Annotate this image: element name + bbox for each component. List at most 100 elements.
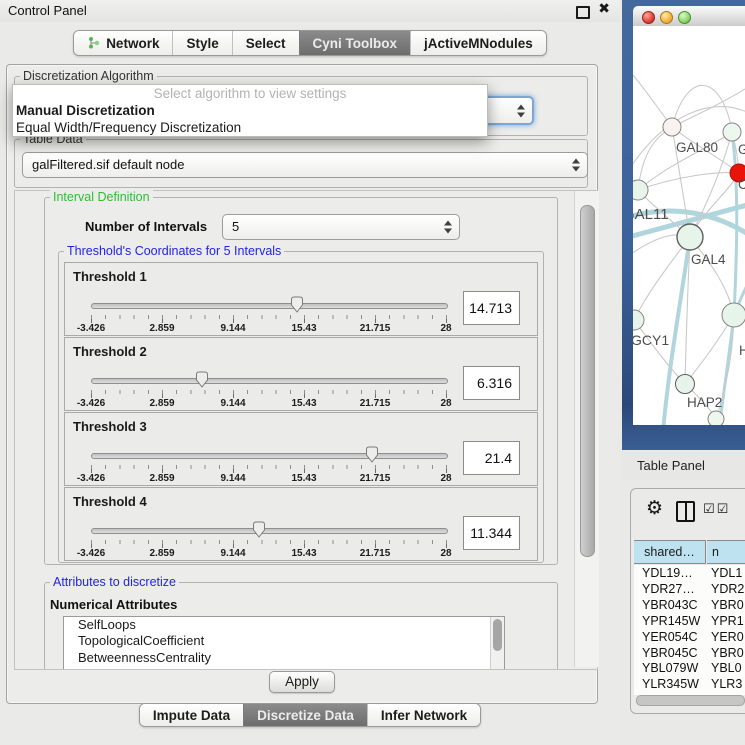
threshold-3-slider-thumb[interactable] xyxy=(364,445,381,464)
close-icon[interactable]: ✖ xyxy=(598,1,610,17)
node-hap2[interactable] xyxy=(676,375,695,394)
node-label: HAP2 xyxy=(687,395,722,410)
vertical-scrollbar-thumb[interactable] xyxy=(580,205,595,557)
column-header-shared-name[interactable]: shared… xyxy=(634,540,706,564)
horizontal-scrollbar-thumb[interactable] xyxy=(636,695,745,706)
node-gal4[interactable] xyxy=(677,224,703,250)
threshold-1-value-field[interactable] xyxy=(463,291,520,325)
attributes-group-title: Attributes to discretize xyxy=(50,575,179,589)
column-header-name[interactable]: n xyxy=(707,540,745,564)
network-window-titlebar[interactable] xyxy=(633,6,745,27)
node-gal11[interactable] xyxy=(633,180,648,200)
node-label: GAL4 xyxy=(691,252,726,267)
threshold-3-label: Threshold 3 xyxy=(73,419,147,434)
number-of-intervals-label: Number of Intervals xyxy=(85,219,207,234)
slider-minor-ticks xyxy=(91,315,447,319)
threshold-row-4: Threshold 4 -3.4262.859 9.14415.43 21.71… xyxy=(64,487,538,561)
slider-minor-ticks xyxy=(91,465,447,469)
tab-jactivemnodules[interactable]: jActiveMNodules xyxy=(410,31,546,55)
threshold-2-slider-thumb[interactable] xyxy=(194,370,211,389)
table-row[interactable]: YLR345WYLR3 xyxy=(634,677,745,693)
gear-icon[interactable]: ⚙ xyxy=(646,497,663,519)
node-label: G xyxy=(738,142,745,157)
table-row[interactable]: YBR043CYBR0 xyxy=(634,598,745,614)
threshold-2-slider[interactable] xyxy=(91,378,448,384)
close-traffic-light[interactable] xyxy=(642,11,655,24)
zoom-traffic-light[interactable] xyxy=(678,11,691,24)
popup-item-equal-width[interactable]: Equal Width/Frequency Discretization xyxy=(13,119,487,136)
node-label: GCY1 xyxy=(633,332,669,348)
node-bottom[interactable] xyxy=(708,411,724,425)
threshold-4-slider[interactable] xyxy=(91,528,448,534)
spinner-arrows-icon xyxy=(572,159,580,172)
list-scrollbar[interactable] xyxy=(490,617,504,669)
table-row[interactable]: YPR145WYPR1 xyxy=(634,614,745,630)
node-label: GAL80 xyxy=(676,140,718,155)
spinner-arrows-icon xyxy=(517,104,525,117)
threshold-row-3: Threshold 3 -3.4262.859 9.14415.43 21.71… xyxy=(64,412,538,486)
threshold-4-slider-thumb[interactable] xyxy=(250,520,267,539)
checkbox-icons[interactable]: ☑☑ xyxy=(703,502,730,517)
popup-item-prompt[interactable]: Select algorithm to view settings xyxy=(13,85,487,102)
table-row[interactable]: YER054CYER0 xyxy=(634,630,745,646)
minimize-traffic-light[interactable] xyxy=(660,11,673,24)
threshold-1-slider-thumb[interactable] xyxy=(288,295,305,314)
slider-tick-labels: -3.4262.859 9.14415.43 21.71528 xyxy=(91,548,446,559)
tab-select[interactable]: Select xyxy=(232,31,299,55)
threshold-3-slider[interactable] xyxy=(91,453,448,459)
number-of-intervals-combo[interactable]: 5 xyxy=(222,214,460,240)
threshold-1-slider[interactable] xyxy=(91,303,448,309)
node-h[interactable] xyxy=(722,303,745,327)
apply-button[interactable]: Apply xyxy=(269,671,335,693)
vertical-scrollbar[interactable] xyxy=(574,191,599,667)
number-of-intervals-value: 5 xyxy=(232,215,239,238)
node-top-right[interactable] xyxy=(723,123,741,141)
tab-impute-data[interactable]: Impute Data xyxy=(140,704,243,726)
panel-title: Control Panel xyxy=(8,0,87,22)
table-data-combo[interactable]: galFiltered.sif default node xyxy=(22,152,588,178)
slider-tick-labels: -3.4262.859 9.14415.43 21.71528 xyxy=(91,473,446,484)
algorithm-group-title: Discretization Algorithm xyxy=(20,69,157,83)
threshold-row-2: Threshold 2 -3.4262.859 9.14415.43 21.71… xyxy=(64,337,538,411)
threshold-4-value-field[interactable] xyxy=(463,516,520,550)
table-row[interactable]: YBL079WYBL0 xyxy=(634,661,745,677)
numerical-attributes-list[interactable]: SelfLoops TopologicalCoefficient Between… xyxy=(63,616,505,669)
slider-tick-labels: -3.4262.859 9.14415.43 21.71528 xyxy=(91,323,446,334)
popup-item-manual-discretization[interactable]: Manual Discretization xyxy=(13,102,487,119)
list-scrollbar-thumb[interactable] xyxy=(493,619,502,651)
tab-cyni-toolbox[interactable]: Cyni Toolbox xyxy=(299,31,411,55)
numerical-attributes-label: Numerical Attributes xyxy=(50,597,177,612)
tab-discretize-data[interactable]: Discretize Data xyxy=(243,704,367,726)
threshold-2-value-field[interactable] xyxy=(463,366,520,400)
node-gal80[interactable] xyxy=(663,118,681,136)
list-item[interactable]: TopologicalCoefficient xyxy=(64,633,504,649)
slider-tick-labels: -3.4262.859 9.14415.43 21.71528 xyxy=(91,398,446,409)
control-panel: Control Panel ✖ Network Style Select Cyn… xyxy=(0,0,620,745)
network-icon xyxy=(87,36,100,50)
top-tab-bar: Network Style Select Cyni Toolbox jActiv… xyxy=(0,30,620,56)
control-panel-titlebar: Control Panel ✖ xyxy=(0,0,620,22)
threshold-4-label: Threshold 4 xyxy=(73,494,147,509)
table-panel-title: Table Panel xyxy=(637,452,705,480)
table-row[interactable]: YDR27…YDR2 xyxy=(634,582,745,598)
columns-icon[interactable] xyxy=(676,501,695,522)
spinner-arrows-icon xyxy=(444,221,452,234)
tab-network[interactable]: Network xyxy=(74,31,172,55)
list-item[interactable]: BetweennessCentrality xyxy=(64,650,504,666)
interval-definition-title: Interval Definition xyxy=(50,190,153,204)
network-view-canvas[interactable]: GAL80 G C GAL11 GAL4 GCY1 H HAP2 xyxy=(633,26,745,425)
tab-infer-network[interactable]: Infer Network xyxy=(367,704,480,726)
network-graph[interactable]: GAL80 G C GAL11 GAL4 GCY1 H HAP2 xyxy=(633,26,745,425)
threshold-3-value-field[interactable] xyxy=(463,441,520,475)
tab-style[interactable]: Style xyxy=(172,31,231,55)
table-row[interactable]: YBR045CYBR0 xyxy=(634,646,745,662)
table-data-selected: galFiltered.sif default node xyxy=(32,153,184,176)
table-row[interactable]: YDL19…YDL1 xyxy=(634,566,745,582)
threshold-1-label: Threshold 1 xyxy=(73,269,147,284)
float-window-icon[interactable] xyxy=(576,6,590,19)
slider-minor-ticks xyxy=(91,390,447,394)
bottom-tab-bar: Impute Data Discretize Data Infer Networ… xyxy=(0,703,620,727)
list-item[interactable]: SelfLoops xyxy=(64,617,504,633)
node-label: GAL11 xyxy=(633,206,669,223)
node-gcy1[interactable] xyxy=(633,310,644,330)
